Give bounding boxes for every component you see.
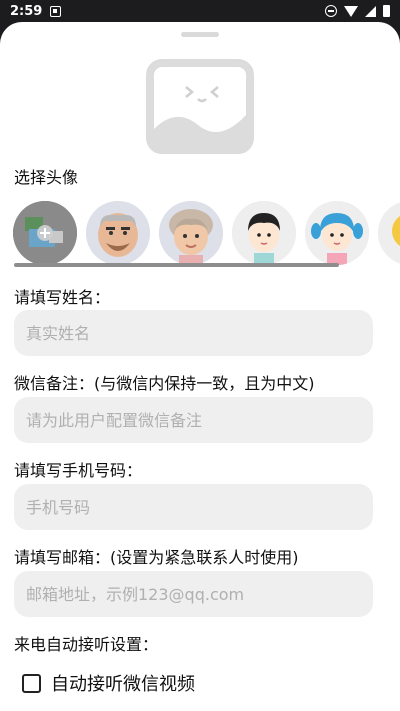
add-photo-icon — [13, 201, 77, 265]
avatar-girl[interactable] — [305, 201, 369, 265]
status-icons — [325, 5, 390, 17]
wechat-remark-label: 微信备注：(与微信内保持一致，且为中文) — [14, 374, 315, 393]
auto-answer-checkbox-label: 自动接听微信视频 — [51, 674, 195, 695]
auto-answer-checkbox[interactable] — [22, 673, 41, 693]
grandpa-icon — [86, 201, 150, 265]
status-bar: 2:59 — [0, 0, 400, 22]
avatar-boy[interactable] — [232, 201, 296, 265]
avatar-add-photo[interactable] — [13, 201, 77, 265]
boy-icon — [232, 201, 296, 265]
avatar-more[interactable] — [378, 201, 400, 265]
name-label: 请填写姓名： — [14, 288, 111, 307]
avatar-grandpa[interactable] — [86, 201, 150, 265]
notification-icon — [50, 5, 62, 17]
email-input[interactable] — [14, 571, 373, 617]
avatar-picker[interactable] — [13, 201, 400, 267]
bottom-sheet: 选择头像 请填写姓名： 真实姓名 微信备注：(与微信内保持一致，且为中文) 请为… — [0, 22, 400, 711]
avatar-section-label: 选择头像 — [14, 168, 79, 187]
signal-icon — [365, 5, 376, 17]
email-label: 请填写邮箱：(设置为紧急联系人时使用) — [14, 548, 299, 567]
name-input[interactable] — [14, 310, 373, 356]
avatar-grandma[interactable] — [159, 201, 223, 265]
phone-input[interactable] — [14, 484, 373, 530]
phone-label: 请填写手机号码： — [14, 461, 143, 480]
image-placeholder-icon — [146, 59, 254, 154]
auto-answer-label: 来电自动接听设置： — [14, 635, 159, 654]
do-not-disturb-icon — [325, 5, 337, 17]
avatar-scroll-indicator — [14, 263, 339, 267]
status-time: 2:59 — [10, 3, 43, 19]
wechat-remark-input[interactable] — [14, 397, 373, 443]
girl-icon — [305, 201, 369, 265]
battery-icon — [383, 5, 390, 17]
partial-avatar-icon — [378, 201, 400, 265]
grandma-icon — [159, 201, 223, 265]
drag-handle[interactable] — [181, 32, 219, 37]
wifi-icon — [344, 5, 358, 17]
auto-answer-row[interactable]: 自动接听微信视频 — [22, 670, 195, 696]
